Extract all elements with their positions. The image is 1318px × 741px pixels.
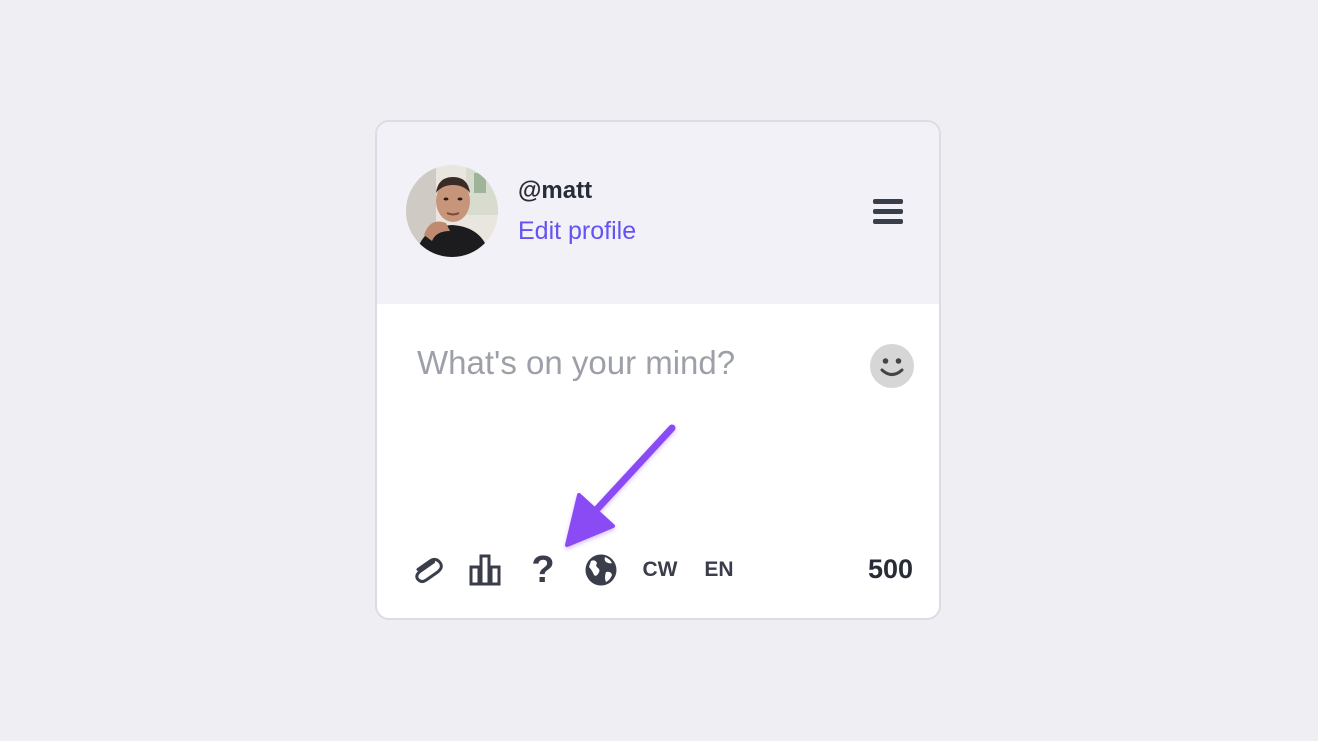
question-icon[interactable]: ?: [523, 549, 563, 591]
globe-icon[interactable]: [581, 550, 621, 590]
emoji-picker-icon[interactable]: [869, 343, 915, 389]
paperclip-icon[interactable]: [407, 550, 447, 590]
compose-textarea[interactable]: [417, 344, 857, 484]
language-button[interactable]: EN: [699, 550, 739, 590]
edit-profile-link[interactable]: Edit profile: [518, 217, 636, 246]
content-warning-button[interactable]: CW: [639, 550, 681, 590]
profile-header: @matt Edit profile: [377, 122, 939, 304]
compose-card: @matt Edit profile ?: [375, 120, 941, 620]
profile-handle: @matt: [518, 177, 593, 204]
character-counter: 500: [867, 554, 913, 584]
hamburger-menu-icon[interactable]: [871, 197, 905, 227]
poll-icon[interactable]: [465, 550, 505, 590]
avatar[interactable]: [406, 165, 498, 257]
